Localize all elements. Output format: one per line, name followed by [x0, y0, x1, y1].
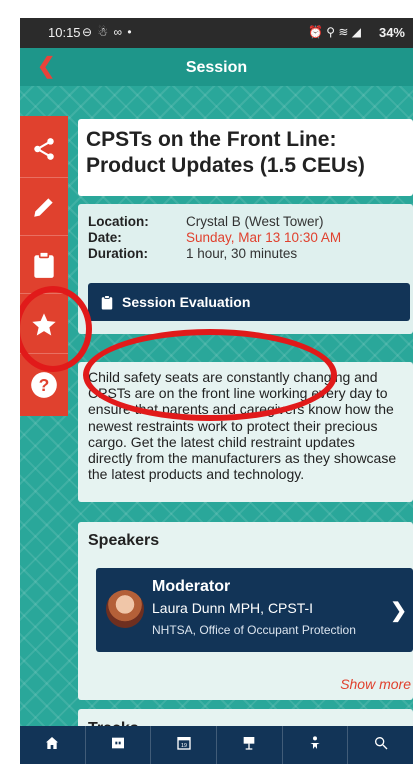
avatar — [106, 590, 144, 628]
session-title: CPSTs on the Front Line: Product Updates… — [86, 128, 365, 177]
bottom-tab-bar: 19 — [20, 726, 413, 764]
status-time: 10:15 — [48, 25, 81, 40]
phone-screen: 10:15 ⊖ ☃ ∞ • ⏰ ⚲ ≋ ◢ 34% ❮ Session ? CP… — [20, 18, 413, 764]
session-info-card: Location: Crystal B (West Tower) Date: S… — [78, 204, 413, 334]
tab-exhibitors[interactable] — [217, 726, 283, 764]
tab-home[interactable] — [20, 726, 86, 764]
home-icon — [44, 735, 60, 756]
star-icon[interactable] — [20, 296, 68, 354]
duration-label: Duration: — [88, 246, 148, 261]
tab-search[interactable] — [348, 726, 413, 764]
tab-calendar[interactable]: 19 — [151, 726, 218, 764]
app-bar: ❮ Session — [20, 48, 413, 86]
duration-value: 1 hour, 30 minutes — [186, 246, 298, 261]
side-action-rail: ? — [20, 116, 68, 416]
clipboard-icon[interactable] — [20, 236, 68, 294]
location-label: Location: — [88, 214, 149, 229]
chevron-right-icon: ❯ — [390, 600, 407, 622]
speaker-organization: NHTSA, Office of Occupant Protection — [152, 623, 356, 637]
calendar-icon: 19 — [176, 735, 192, 756]
session-description: Child safety seats are constantly changi… — [88, 369, 397, 483]
tab-attendees[interactable] — [283, 726, 349, 764]
map-icon — [110, 735, 126, 756]
session-description-card: Child safety seats are constantly changi… — [78, 362, 413, 502]
battery-level: 34% — [378, 25, 405, 40]
date-label: Date: — [88, 230, 122, 245]
speaker-role: Moderator — [152, 578, 231, 595]
clipboard-icon — [100, 294, 114, 311]
session-evaluation-label: Session Evaluation — [122, 294, 251, 310]
location-value[interactable]: Crystal B (West Tower) — [186, 214, 324, 229]
svg-text:?: ? — [39, 375, 50, 395]
status-system-icons: ⏰ ⚲ ≋ ◢ — [307, 25, 361, 39]
status-notification-icons: ⊖ ☃ ∞ • — [82, 25, 133, 39]
pencil-icon[interactable] — [20, 178, 68, 236]
session-content[interactable]: ? CPSTs on the Front Line: Product Updat… — [20, 86, 413, 749]
date-value[interactable]: Sunday, Mar 13 10:30 AM — [186, 230, 341, 245]
question-icon[interactable]: ? — [20, 356, 68, 414]
show-more-link[interactable]: Show more — [340, 676, 411, 692]
speakers-card: Speakers Moderator Laura Dunn MPH, CPST-… — [78, 522, 413, 700]
status-bar: 10:15 ⊖ ☃ ∞ • ⏰ ⚲ ≋ ◢ 34% — [20, 18, 413, 48]
attendee-icon — [307, 735, 323, 756]
search-icon — [373, 735, 389, 756]
speakers-heading: Speakers — [88, 532, 160, 549]
session-title-card: CPSTs on the Front Line: Product Updates… — [78, 119, 413, 196]
session-evaluation-button[interactable]: Session Evaluation — [88, 283, 410, 321]
speaker-name: Laura Dunn MPH, CPST-I — [152, 600, 314, 616]
share-icon[interactable] — [20, 120, 68, 178]
speaker-item[interactable]: Moderator Laura Dunn MPH, CPST-I NHTSA, … — [96, 568, 413, 652]
svg-text:19: 19 — [181, 743, 187, 749]
exhibitor-icon — [241, 735, 257, 756]
tab-map[interactable] — [86, 726, 152, 764]
page-title: Session — [185, 59, 248, 76]
